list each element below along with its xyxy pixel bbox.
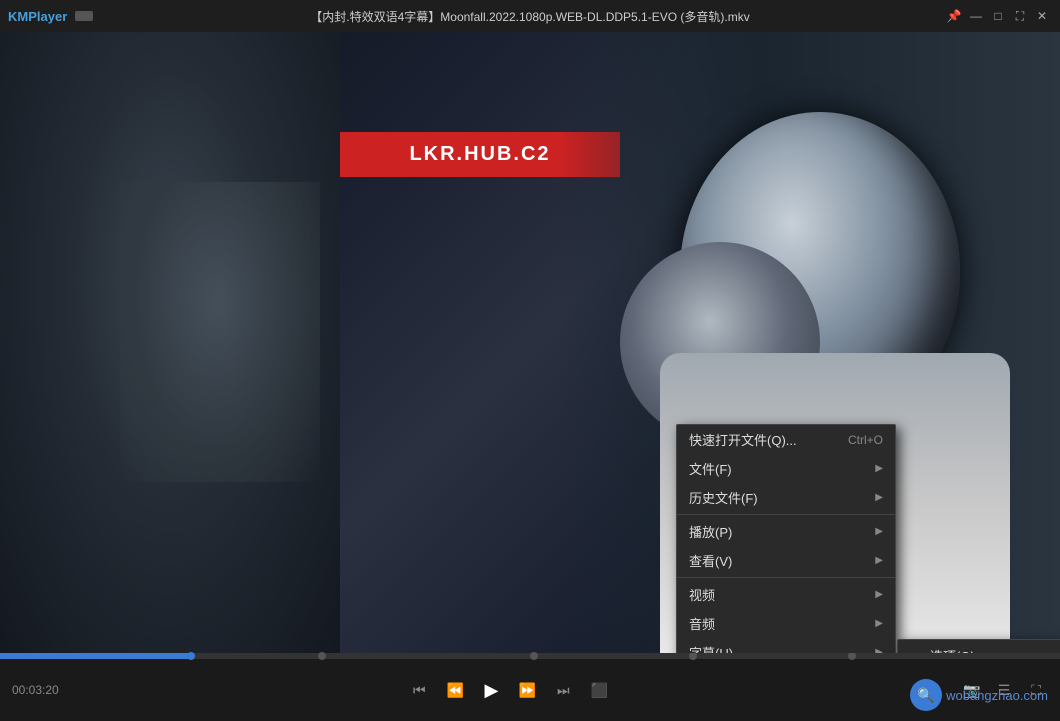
- progress-handle[interactable]: [187, 652, 195, 660]
- app-logo: KMPlayer: [8, 9, 67, 24]
- menu-item-video[interactable]: 视频 ▶: [677, 580, 895, 609]
- forward-button[interactable]: ⏩: [515, 678, 539, 702]
- fullscreen-button[interactable]: ⛶: [1010, 6, 1030, 26]
- menu-item-history[interactable]: 历史文件(F) ▶: [677, 483, 895, 512]
- controls-left: 00:03:20: [12, 683, 59, 697]
- window-controls: 📌 — □ ⛶ ✕: [944, 6, 1052, 26]
- rewind-button[interactable]: ⏪: [443, 678, 467, 702]
- audio-track-submenu: 选项(O)... ● A: English [eng] (eac3, 48000…: [897, 639, 1060, 653]
- watermark-text: wobangzhao.com: [946, 688, 1048, 703]
- restore-button[interactable]: □: [988, 6, 1008, 26]
- progress-fill: [0, 653, 191, 659]
- menu-item-file[interactable]: 文件(F) ▶: [677, 454, 895, 483]
- window-title: 【内封.特效双语4字幕】Moonfall.2022.1080p.WEB-DL.D…: [310, 8, 749, 25]
- controls-center: ⏮ ⏪ ▶ ⏩ ⏭ ⬛: [407, 678, 611, 702]
- controls-row: 00:03:20 ⏮ ⏪ ▶ ⏩ ⏭ ⬛ 📷 ☰ ⛶ 🔍 wobangzhao.…: [0, 659, 1060, 721]
- menu-item-open-file[interactable]: 快速打开文件(Q)... Ctrl+O: [677, 425, 895, 454]
- progress-bar[interactable]: [0, 653, 1060, 659]
- watermark-icon: 🔍: [910, 679, 942, 711]
- audio-submenu-options[interactable]: 选项(O)...: [898, 640, 1060, 653]
- menu-item-audio[interactable]: 音频 ▶: [677, 609, 895, 638]
- prev-button[interactable]: ⏮: [407, 678, 431, 702]
- menu-item-play[interactable]: 播放(P) ▶: [677, 517, 895, 546]
- menu-item-subtitle[interactable]: 字幕(U) ▶: [677, 638, 895, 653]
- separator-1: [677, 514, 895, 515]
- bottom-bar: 00:03:20 ⏮ ⏪ ▶ ⏩ ⏭ ⬛ 📷 ☰ ⛶ 🔍 wobangzhao.…: [0, 653, 1060, 721]
- stop-button[interactable]: ⬛: [587, 678, 611, 702]
- play-button[interactable]: ▶: [479, 678, 503, 702]
- chapter-marker-3: [689, 652, 697, 660]
- chapter-marker-1: [318, 652, 326, 660]
- separator-2: [677, 577, 895, 578]
- chapter-marker-4: [848, 652, 856, 660]
- menu-item-view[interactable]: 查看(V) ▶: [677, 546, 895, 575]
- left-scene: [0, 32, 340, 653]
- watermark: 🔍 wobangzhao.com: [910, 679, 1048, 711]
- minimize-button[interactable]: —: [966, 6, 986, 26]
- chapter-marker-2: [530, 652, 538, 660]
- title-bar-left: KMPlayer: [8, 9, 93, 24]
- close-button[interactable]: ✕: [1032, 6, 1052, 26]
- video-area: LKR.HUB.C2 快速打开文件(Q)... Ctrl+O 文件(F) ▶ 历…: [0, 32, 1060, 653]
- suit-mesh: [120, 182, 320, 482]
- pin-button[interactable]: 📌: [944, 6, 964, 26]
- menu-button[interactable]: [75, 11, 93, 21]
- controls-right: 📷 ☰ ⛶ 🔍 wobangzhao.com: [960, 678, 1048, 702]
- context-menu: 快速打开文件(Q)... Ctrl+O 文件(F) ▶ 历史文件(F) ▶ 播放…: [676, 424, 896, 653]
- title-bar: KMPlayer 【内封.特效双语4字幕】Moonfall.2022.1080p…: [0, 0, 1060, 32]
- next-button[interactable]: ⏭: [551, 678, 575, 702]
- time-display: 00:03:20: [12, 683, 59, 697]
